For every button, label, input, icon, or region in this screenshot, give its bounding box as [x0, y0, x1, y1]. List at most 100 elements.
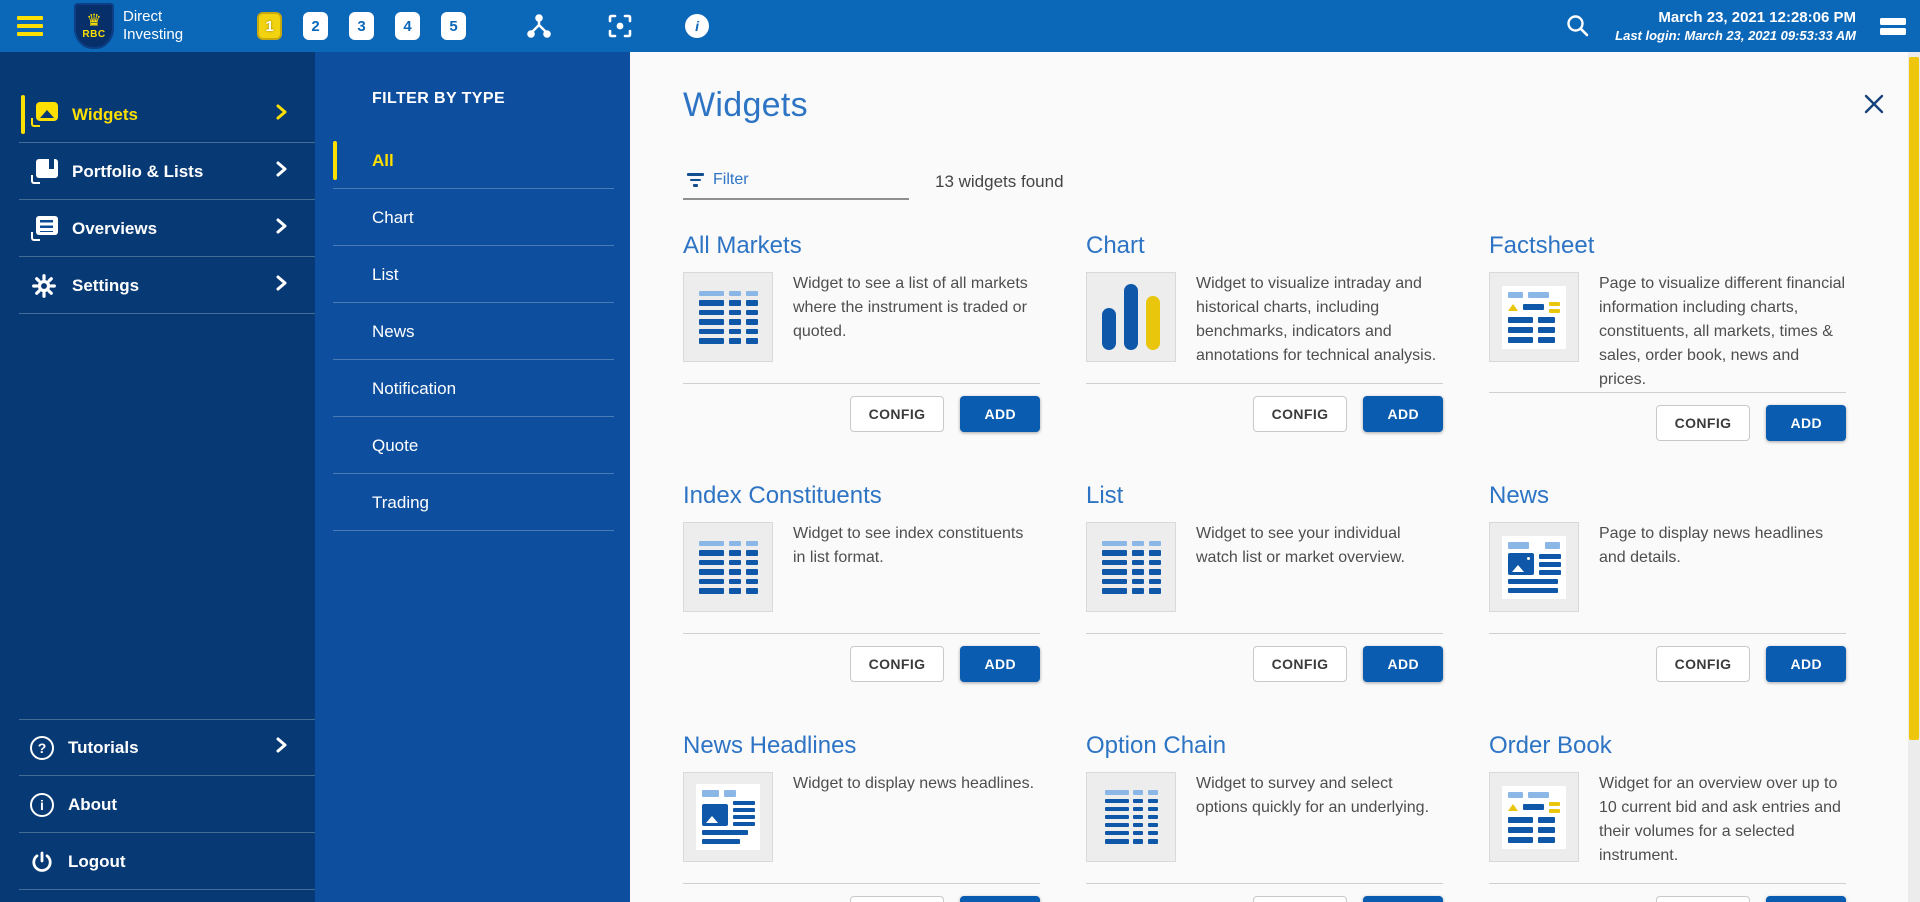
vertical-scrollbar [1908, 52, 1920, 902]
widget-card-description: Widget for an overview over up to 10 cur… [1599, 772, 1846, 868]
divider [683, 633, 1040, 634]
widget-card-title: All Markets [683, 232, 1040, 260]
config-button[interactable]: CONFIG [1656, 646, 1751, 682]
config-button[interactable]: CONFIG [1253, 396, 1348, 432]
question-circle-icon: ? [30, 736, 54, 760]
config-button[interactable]: CONFIG [1253, 896, 1348, 902]
divider [1489, 883, 1846, 884]
config-button[interactable]: CONFIG [1656, 896, 1751, 902]
filter-option-label: Notification [372, 379, 456, 399]
widget-card-title: Chart [1086, 232, 1443, 260]
config-button[interactable]: CONFIG [850, 396, 945, 432]
filter-option-notification[interactable]: Notification [315, 360, 630, 417]
sidebar-item-tutorials[interactable]: ? Tutorials [0, 719, 315, 776]
widget-card-list: List Widget to see your individual watch… [1086, 482, 1443, 732]
flag-icon[interactable] [1880, 18, 1906, 35]
filter-option-list[interactable]: List [315, 246, 630, 303]
table-list-icon [1086, 522, 1176, 612]
widgets-icon [30, 102, 58, 128]
widget-card-title: News Headlines [683, 732, 1040, 760]
sidebar-item-label: Tutorials [68, 738, 139, 758]
widget-card-description: Widget to see index constituents in list… [793, 522, 1040, 612]
config-button[interactable]: CONFIG [1253, 646, 1348, 682]
workspace-tab-5[interactable]: 5 [441, 12, 466, 40]
sidebar-item-label: Portfolio & Lists [72, 162, 203, 182]
add-button[interactable]: ADD [1363, 646, 1443, 682]
brand-logo: ♛ RBC Direct Investing [74, 3, 183, 49]
sidebar-item-overviews[interactable]: Overviews [0, 200, 315, 257]
config-button[interactable]: CONFIG [1656, 405, 1751, 441]
add-button[interactable]: ADD [1766, 646, 1846, 682]
hamburger-menu-icon[interactable] [0, 16, 60, 36]
sidebar-item-settings[interactable]: Settings [0, 257, 315, 314]
workspace-tab-2[interactable]: 2 [303, 12, 328, 40]
filter-option-chart[interactable]: Chart [315, 189, 630, 246]
chevron-right-icon [275, 736, 287, 759]
filter-input[interactable] [683, 165, 909, 200]
filter-option-quote[interactable]: Quote [315, 417, 630, 474]
close-icon[interactable] [1862, 92, 1886, 119]
order-book-icon [1489, 772, 1579, 862]
gear-icon [30, 273, 58, 299]
brand-name: Direct Investing [123, 8, 183, 44]
overviews-icon [30, 216, 58, 242]
add-button[interactable]: ADD [960, 896, 1040, 902]
filter-option-label: Quote [372, 436, 418, 456]
sidebar-item-widgets[interactable]: Widgets [0, 86, 315, 143]
widget-card-title: List [1086, 482, 1443, 510]
divider [683, 883, 1040, 884]
bar-chart-icon [1086, 272, 1176, 362]
workspace-tools-icon[interactable] [526, 13, 552, 39]
info-icon[interactable]: i [685, 14, 709, 38]
widget-card-description: Widget to display news headlines. [793, 772, 1040, 862]
widget-card-title: Factsheet [1489, 232, 1846, 260]
widget-card-description: Widget to survey and select options quic… [1196, 772, 1443, 862]
sidebar-item-label: Logout [68, 852, 126, 872]
workspace-tab-1[interactable]: 1 [257, 12, 282, 40]
filter-option-all[interactable]: All [315, 132, 630, 189]
add-button[interactable]: ADD [1766, 896, 1846, 902]
focus-target-icon[interactable] [607, 13, 633, 39]
filter-option-trading[interactable]: Trading [315, 474, 630, 531]
sidebar-item-label: Widgets [72, 105, 138, 125]
widget-card-description: Widget to see your individual watch list… [1196, 522, 1443, 612]
widget-card-factsheet: Factsheet Page to visualize differen [1489, 232, 1846, 482]
filter-option-label: All [372, 151, 394, 171]
config-button[interactable]: CONFIG [850, 646, 945, 682]
sidebar-item-logout[interactable]: Logout [0, 833, 315, 890]
divider [1489, 392, 1846, 393]
sidebar-item-about[interactable]: i About [0, 776, 315, 833]
brand-line1: Direct [123, 8, 183, 26]
power-icon [30, 849, 54, 875]
filter-option-news[interactable]: News [315, 303, 630, 360]
widget-card-order-book: Order Book Widget for an overview ov [1489, 732, 1846, 902]
results-count: 13 widgets found [935, 172, 1064, 200]
workspace-tab-3[interactable]: 3 [349, 12, 374, 40]
workspace-tab-4[interactable]: 4 [395, 12, 420, 40]
rbc-shield-text: RBC [82, 29, 105, 40]
news-headlines-icon [683, 772, 773, 862]
workspace-tabs: 1 2 3 4 5 [257, 12, 466, 40]
add-button[interactable]: ADD [1766, 405, 1846, 441]
body-row: Widgets Portfolio & Lists Overviews Sett… [0, 52, 1920, 902]
add-button[interactable]: ADD [1363, 396, 1443, 432]
add-button[interactable]: ADD [960, 646, 1040, 682]
add-button[interactable]: ADD [960, 396, 1040, 432]
widget-card-title: Order Book [1489, 732, 1846, 760]
sidebar-item-label: Overviews [72, 219, 157, 239]
main-sidebar: Widgets Portfolio & Lists Overviews Sett… [0, 52, 315, 902]
news-icon [1489, 522, 1579, 612]
widget-card-news-headlines: News Headlines Widget to display news he… [683, 732, 1040, 902]
active-indicator [333, 141, 337, 180]
info-circle-icon: i [30, 793, 54, 817]
filter-input-wrap [683, 165, 909, 200]
last-login: Last login: March 23, 2021 09:53:33 AM [1615, 28, 1856, 43]
sidebar-item-portfolio-lists[interactable]: Portfolio & Lists [0, 143, 315, 200]
widget-card-description: Widget to see a list of all markets wher… [793, 272, 1040, 362]
search-icon[interactable] [1565, 13, 1591, 39]
config-button[interactable]: CONFIG [850, 896, 945, 902]
current-datetime: March 23, 2021 12:28:06 PM [1615, 9, 1856, 26]
scrollbar-thumb[interactable] [1909, 57, 1919, 740]
info-icon-glyph: i [685, 14, 709, 38]
add-button[interactable]: ADD [1363, 896, 1443, 902]
